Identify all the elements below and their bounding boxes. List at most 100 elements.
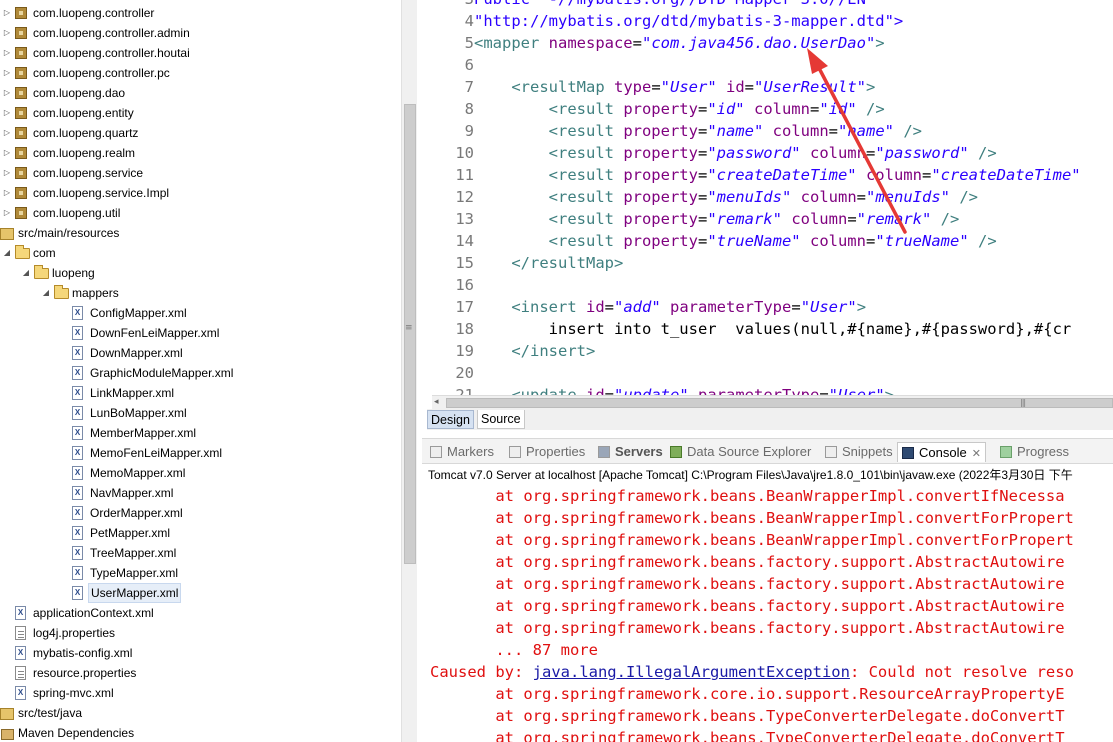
- tab-progress[interactable]: Progress: [1000, 442, 1069, 462]
- tree-item[interactable]: X LunBoMapper.xml: [0, 403, 400, 423]
- tree-item[interactable]: log4j.properties: [0, 623, 400, 643]
- editor-hscroll-thumb[interactable]: [446, 398, 1113, 408]
- tree-item[interactable]: ▷ com.luopeng.controller.houtai: [0, 43, 400, 63]
- editor-line[interactable]: 15 </resultMap>: [422, 252, 1113, 274]
- editor-line[interactable]: 20: [422, 362, 1113, 384]
- tree-item[interactable]: X ConfigMapper.xml: [0, 303, 400, 323]
- bottom-view-tabs: Markers Properties Servers Data Source E…: [422, 438, 1113, 464]
- tree-item[interactable]: ▷ com.luopeng.dao: [0, 83, 400, 103]
- tree-item[interactable]: X TypeMapper.xml: [0, 563, 400, 583]
- expand-arrow-icon[interactable]: ▷: [2, 143, 12, 163]
- tab-markers[interactable]: Markers: [430, 442, 494, 462]
- console-line: at org.springframework.beans.TypeConvert…: [430, 707, 1065, 725]
- expand-arrow-icon[interactable]: ▷: [2, 203, 12, 223]
- tree-item[interactable]: ◢ com: [0, 243, 400, 263]
- tree-item[interactable]: X MemoFenLeiMapper.xml: [0, 443, 400, 463]
- tree-item[interactable]: ▷ com.luopeng.controller: [0, 3, 400, 23]
- tree-item[interactable]: X MemberMapper.xml: [0, 423, 400, 443]
- code-token: column: [791, 210, 848, 228]
- expand-arrow-icon[interactable]: ▷: [2, 83, 12, 103]
- code-token: "remark": [856, 210, 932, 228]
- tree-item[interactable]: ▷ com.luopeng.controller.pc: [0, 63, 400, 83]
- scroll-left-arrow-icon[interactable]: ◂: [434, 397, 439, 407]
- tree-item[interactable]: Xmybatis-config.xml: [0, 643, 400, 663]
- tree-item[interactable]: X MemoMapper.xml: [0, 463, 400, 483]
- expand-arrow-icon[interactable]: ▷: [2, 43, 12, 63]
- console-process-description: Tomcat v7.0 Server at localhost [Apache …: [428, 468, 1073, 482]
- xml-editor[interactable]: 3Public "-//mybatis.org//DTD Mapper 3.0/…: [422, 0, 1113, 396]
- tree-item[interactable]: ▷ com.luopeng.realm: [0, 143, 400, 163]
- console-output[interactable]: at org.springframework.beans.BeanWrapper…: [422, 485, 1113, 742]
- editor-line[interactable]: 10 <result property="password" column="p…: [422, 142, 1113, 164]
- editor-line[interactable]: 18 insert into t_user values(null,#{name…: [422, 318, 1113, 340]
- editor-line[interactable]: 7 <resultMap type="User" id="UserResult"…: [422, 76, 1113, 98]
- tree-item[interactable]: X UserMapper.xml: [0, 583, 400, 603]
- data-source-explorer-icon: [670, 446, 682, 458]
- tab-snippets[interactable]: Snippets: [825, 442, 893, 462]
- code-token: column: [809, 144, 866, 162]
- editor-line[interactable]: 13 <result property="remark" column="rem…: [422, 208, 1113, 230]
- code-token: =: [744, 78, 755, 96]
- editor-line[interactable]: 11 <result property="createDateTime" col…: [422, 164, 1113, 186]
- editor-line[interactable]: 4 "http://mybatis.org/dtd/mybatis-3-mappe…: [422, 10, 1113, 32]
- expand-arrow-icon[interactable]: ▷: [2, 63, 12, 83]
- tree-item[interactable]: X OrderMapper.xml: [0, 503, 400, 523]
- tree-scrollbar-thumb[interactable]: [404, 104, 416, 564]
- tree-item[interactable]: ▷ com.luopeng.service: [0, 163, 400, 183]
- editor-line[interactable]: 8 <result property="id" column="id" />: [422, 98, 1113, 120]
- tab-console[interactable]: Console ✕: [897, 442, 986, 462]
- tab-data-source-explorer[interactable]: Data Source Explorer: [670, 442, 811, 462]
- close-icon[interactable]: ✕: [972, 448, 981, 460]
- tree-item[interactable]: ▷ com.luopeng.controller.admin: [0, 23, 400, 43]
- tree-item[interactable]: X PetMapper.xml: [0, 523, 400, 543]
- editor-line[interactable]: 17 <insert id="add" parameterType="User"…: [422, 296, 1113, 318]
- tree-vertical-scrollbar[interactable]: ≡: [401, 0, 417, 742]
- tab-source[interactable]: Source: [477, 410, 525, 429]
- tree-item[interactable]: Xspring-mvc.xml: [0, 683, 400, 703]
- tree-item[interactable]: X DownMapper.xml: [0, 343, 400, 363]
- tree-item[interactable]: XapplicationContext.xml: [0, 603, 400, 623]
- tree-item[interactable]: ◢ mappers: [0, 283, 400, 303]
- editor-line[interactable]: 3Public "-//mybatis.org//DTD Mapper 3.0/…: [422, 0, 1113, 10]
- editor-line[interactable]: 19 </insert>: [422, 340, 1113, 362]
- tree-item[interactable]: ▷ com.luopeng.service.Impl: [0, 183, 400, 203]
- tree-item[interactable]: X LinkMapper.xml: [0, 383, 400, 403]
- package-icon: [15, 167, 27, 179]
- tab-properties[interactable]: Properties: [509, 442, 585, 462]
- tab-console-label: Console: [919, 445, 967, 460]
- expand-arrow-icon[interactable]: ▷: [2, 3, 12, 23]
- expand-arrow-icon[interactable]: ▷: [2, 103, 12, 123]
- tree-item[interactable]: ▷ com.luopeng.util: [0, 203, 400, 223]
- collapse-arrow-icon[interactable]: ◢: [41, 283, 51, 303]
- expand-arrow-icon[interactable]: ▷: [2, 23, 12, 43]
- editor-line[interactable]: 14 <result property="trueName" column="t…: [422, 230, 1113, 252]
- tree-item[interactable]: ◢ luopeng: [0, 263, 400, 283]
- expand-arrow-icon[interactable]: ▷: [2, 163, 12, 183]
- exception-link[interactable]: java.lang.IllegalArgumentException: [533, 663, 850, 681]
- tree-item[interactable]: X DownFenLeiMapper.xml: [0, 323, 400, 343]
- tree-item[interactable]: Maven Dependencies: [0, 723, 400, 742]
- code-text: <result property="id" column="id" />: [474, 98, 885, 120]
- editor-line[interactable]: 9 <result property="name" column="name" …: [422, 120, 1113, 142]
- expand-arrow-icon[interactable]: ▷: [2, 183, 12, 203]
- collapse-arrow-icon[interactable]: ◢: [21, 263, 31, 283]
- tab-servers[interactable]: Servers: [598, 442, 663, 462]
- collapse-arrow-icon[interactable]: ◢: [2, 243, 12, 263]
- editor-line[interactable]: 16: [422, 274, 1113, 296]
- tree-item[interactable]: resource.properties: [0, 663, 400, 683]
- tree-item[interactable]: X TreeMapper.xml: [0, 543, 400, 563]
- tree-item[interactable]: ▷ com.luopeng.quartz: [0, 123, 400, 143]
- editor-line[interactable]: 6: [422, 54, 1113, 76]
- tree-item[interactable]: X GraphicModuleMapper.xml: [0, 363, 400, 383]
- tree-item[interactable]: src/test/java: [0, 703, 400, 723]
- editor-horizontal-scrollbar[interactable]: ◂ |||: [432, 395, 1113, 409]
- editor-line[interactable]: 5 <mapper namespace="com.java456.dao.User…: [422, 32, 1113, 54]
- expand-arrow-icon[interactable]: ▷: [2, 123, 12, 143]
- editor-line[interactable]: 12 <result property="menuIds" column="me…: [422, 186, 1113, 208]
- tab-design[interactable]: Design: [427, 410, 474, 429]
- tree-item[interactable]: src/main/resources: [0, 223, 400, 243]
- tree-item[interactable]: ▷ com.luopeng.entity: [0, 103, 400, 123]
- tree-item[interactable]: X NavMapper.xml: [0, 483, 400, 503]
